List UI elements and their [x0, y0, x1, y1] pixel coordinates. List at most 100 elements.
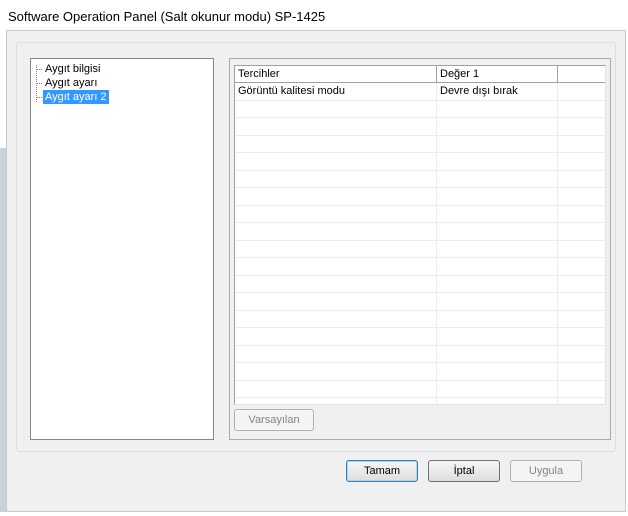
table-cell[interactable]	[558, 328, 605, 345]
table-cell[interactable]	[437, 240, 558, 258]
table-row[interactable]	[235, 363, 605, 381]
table-cell[interactable]	[558, 276, 605, 293]
table-cell[interactable]	[235, 398, 437, 404]
table-cell[interactable]	[437, 205, 558, 223]
table-cell[interactable]	[437, 170, 558, 188]
table-cell[interactable]	[558, 136, 605, 153]
table-row[interactable]	[235, 153, 605, 171]
tree-item-device-settings[interactable]: Aygıt ayarı	[36, 76, 99, 90]
table-row[interactable]	[235, 380, 605, 398]
tree-item-device-info[interactable]: Aygıt bilgisi	[36, 62, 102, 76]
table-row[interactable]	[235, 345, 605, 363]
window-title: Software Operation Panel (Salt okunur mo…	[8, 9, 326, 24]
table-row[interactable]	[235, 223, 605, 241]
settings-panel: Tercihler Değer 1 Görüntü kalitesi modu D…	[229, 58, 611, 440]
table-cell[interactable]	[558, 311, 605, 328]
settings-tree[interactable]: Aygıt bilgisi Aygıt ayarı Aygıt ayarı 2	[30, 58, 214, 440]
table-cell[interactable]	[558, 258, 605, 275]
table-cell[interactable]	[235, 310, 437, 328]
table-cell[interactable]	[235, 240, 437, 258]
table-cell[interactable]	[437, 328, 558, 345]
tree-item-label: Aygıt ayarı	[45, 77, 98, 89]
table-cell[interactable]	[558, 83, 605, 100]
table-cell[interactable]	[558, 188, 605, 205]
column-header-extra[interactable]	[558, 66, 605, 82]
table-row[interactable]	[235, 258, 605, 276]
table-cell[interactable]	[235, 188, 437, 205]
table-cell[interactable]	[558, 381, 605, 398]
table-cell[interactable]	[437, 293, 558, 310]
table-cell[interactable]	[235, 170, 437, 188]
table-cell[interactable]	[235, 380, 437, 398]
table-cell[interactable]	[437, 188, 558, 205]
table-cell[interactable]	[437, 345, 558, 363]
table-cell[interactable]	[437, 363, 558, 380]
table-cell[interactable]	[235, 205, 437, 223]
table-row[interactable]	[235, 328, 605, 346]
apply-button[interactable]: Uygula	[510, 460, 582, 482]
table-cell[interactable]	[437, 100, 558, 118]
table-cell[interactable]	[235, 328, 437, 345]
table-cell[interactable]	[437, 310, 558, 328]
table-cell[interactable]	[558, 293, 605, 310]
table-row[interactable]	[235, 293, 605, 311]
window-edge-bottom	[0, 512, 628, 516]
table-cell[interactable]	[558, 346, 605, 363]
table-cell[interactable]: Görüntü kalitesi modu	[235, 83, 437, 100]
table-cell[interactable]	[558, 206, 605, 223]
table-cell[interactable]	[437, 398, 558, 404]
table-cell[interactable]	[235, 135, 437, 153]
table-row[interactable]	[235, 240, 605, 258]
tree-item-label: Aygıt ayarı 2	[43, 90, 109, 104]
title-bar: Software Operation Panel (Salt okunur mo…	[0, 0, 628, 30]
table-row[interactable]	[235, 135, 605, 153]
table-row[interactable]	[235, 118, 605, 136]
table-row[interactable]	[235, 275, 605, 293]
table-cell[interactable]: Devre dışı bırak	[437, 83, 558, 100]
column-header-preferences[interactable]: Tercihler	[235, 66, 437, 82]
table-cell[interactable]	[235, 118, 437, 135]
tree-item-device-settings-2[interactable]: Aygıt ayarı 2	[36, 90, 109, 104]
table-row[interactable]: Görüntü kalitesi modu Devre dışı bırak	[235, 83, 605, 101]
grid-header: Tercihler Değer 1	[235, 66, 605, 83]
table-cell[interactable]	[558, 171, 605, 188]
table-cell[interactable]	[235, 100, 437, 118]
table-cell[interactable]	[558, 101, 605, 118]
preferences-grid[interactable]: Tercihler Değer 1 Görüntü kalitesi modu D…	[234, 65, 606, 405]
ok-button[interactable]: Tamam	[346, 460, 418, 482]
column-header-value-1[interactable]: Değer 1	[437, 66, 558, 82]
table-cell[interactable]	[437, 258, 558, 275]
cancel-button[interactable]: İptal	[428, 460, 500, 482]
table-cell[interactable]	[235, 275, 437, 293]
table-cell[interactable]	[558, 241, 605, 258]
table-cell[interactable]	[235, 345, 437, 363]
table-cell[interactable]	[437, 135, 558, 153]
table-cell[interactable]	[558, 118, 605, 135]
tree-connector	[36, 83, 42, 84]
table-cell[interactable]	[558, 153, 605, 170]
table-cell[interactable]	[235, 223, 437, 240]
table-row[interactable]	[235, 170, 605, 188]
table-cell[interactable]	[558, 398, 605, 404]
table-row[interactable]	[235, 188, 605, 206]
table-cell[interactable]	[437, 223, 558, 240]
table-cell[interactable]	[437, 153, 558, 170]
table-cell[interactable]	[235, 258, 437, 275]
table-row[interactable]	[235, 310, 605, 328]
table-cell[interactable]	[558, 363, 605, 380]
grid-rows: Görüntü kalitesi modu Devre dışı bırak	[235, 83, 605, 404]
table-cell[interactable]	[235, 363, 437, 380]
table-cell[interactable]	[437, 380, 558, 398]
table-row[interactable]	[235, 205, 605, 223]
table-cell[interactable]	[235, 153, 437, 170]
table-cell[interactable]	[235, 293, 437, 310]
table-cell[interactable]	[437, 275, 558, 293]
table-row[interactable]	[235, 398, 605, 404]
table-row[interactable]	[235, 100, 605, 118]
tree-item-label: Aygıt bilgisi	[45, 63, 101, 75]
table-cell[interactable]	[558, 223, 605, 240]
tree-connector	[36, 97, 42, 98]
default-button[interactable]: Varsayılan	[234, 409, 314, 431]
tree-connector	[36, 69, 42, 70]
table-cell[interactable]	[437, 118, 558, 135]
